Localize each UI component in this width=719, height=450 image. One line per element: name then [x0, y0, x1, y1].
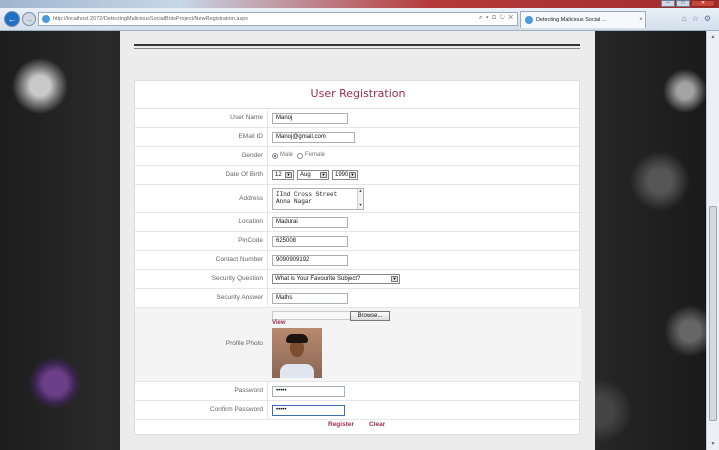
pincode-input[interactable]: 625008 — [272, 236, 348, 247]
header-rule — [134, 44, 580, 46]
window-titlebar: – □ ✕ — [0, 0, 719, 8]
row-dob: Date Of Birth 12 ▼ Aug ▼ 1990 ▼ — [135, 166, 581, 185]
gender-female-label[interactable]: Female — [305, 152, 325, 158]
row-location: Location Madurai — [135, 213, 581, 232]
contact-input[interactable]: 9090909192 — [272, 255, 348, 266]
scroll-thumb[interactable] — [709, 206, 717, 421]
location-input[interactable]: Madurai — [272, 217, 348, 228]
location-label: Location — [238, 218, 263, 225]
favorites-icon[interactable]: ☆ — [692, 14, 699, 23]
gear-icon[interactable]: ⚙ — [704, 14, 711, 23]
site-favicon-icon — [42, 15, 50, 23]
maximize-button[interactable]: □ — [676, 0, 690, 7]
username-input[interactable]: Manoj — [272, 113, 348, 124]
password-label: Password — [234, 387, 263, 394]
row-password: Password ••••• — [135, 382, 581, 401]
chevron-down-icon: ▼ — [391, 276, 398, 282]
address-line1: IInd Cross Street — [276, 191, 338, 198]
chevron-down-icon: ▼ — [285, 172, 292, 178]
browser-tab[interactable]: Detecting Malicious Social ... × — [520, 11, 646, 28]
dob-year-value: 1990 — [335, 172, 349, 178]
dob-year-select[interactable]: 1990 ▼ — [332, 170, 358, 180]
gender-male-label[interactable]: Male — [280, 152, 293, 158]
registration-form: User Registration User Name Manoj EMail … — [134, 80, 581, 435]
browser-toolbar: ⌂ ☆ ⚙ — [682, 14, 711, 23]
header-rule-thin — [134, 48, 580, 49]
gender-male-radio[interactable] — [272, 153, 278, 159]
security-question-value: What is Your Favourite Subject? — [275, 276, 361, 282]
address-line2: Anna Nagar — [276, 198, 313, 205]
scroll-up-icon[interactable]: ▲ — [709, 33, 717, 41]
chevron-down-icon: ▼ — [320, 172, 327, 178]
clear-button[interactable]: Clear — [369, 421, 385, 428]
tab-title: Detecting Malicious Social ... — [536, 17, 607, 23]
address-textarea[interactable]: IInd Cross Street Anna Nagar ▲ ▼ — [272, 188, 364, 210]
home-icon[interactable]: ⌂ — [682, 14, 687, 23]
gender-label: Gender — [241, 152, 263, 159]
password-input[interactable]: ••••• — [272, 386, 345, 397]
profile-photo-label: Profile Photo — [225, 340, 263, 347]
security-answer-label: Security Answer — [216, 294, 263, 301]
dob-month-select[interactable]: Aug ▼ — [297, 170, 329, 180]
dob-label: Date Of Birth — [225, 171, 263, 178]
email-input[interactable]: Manoj@gmail.com — [272, 132, 355, 143]
address-tools[interactable]: ⌕ ▾ ⊡ ↻ ✕ — [479, 15, 514, 22]
dob-day-select[interactable]: 12 ▼ — [272, 170, 294, 180]
register-button[interactable]: Register — [328, 421, 354, 428]
scroll-down-icon[interactable]: ▼ — [709, 440, 717, 448]
row-contact: Contact Number 9090909192 — [135, 251, 581, 270]
forward-button[interactable]: → — [22, 12, 36, 26]
row-address: Address IInd Cross Street Anna Nagar ▲ ▼ — [135, 185, 581, 213]
security-answer-input[interactable]: Maths — [272, 293, 348, 304]
row-gender: Gender Male Female — [135, 147, 581, 166]
textarea-scrollbar[interactable]: ▲ ▼ — [357, 189, 363, 209]
profile-photo-image — [272, 328, 322, 378]
row-profile-photo: Profile Photo Browse... View — [135, 308, 581, 382]
page-scrollbar[interactable]: ▲ ▼ — [706, 31, 719, 450]
address-label: Address — [239, 195, 263, 202]
username-label: User Name — [230, 114, 263, 121]
dob-month-value: Aug — [300, 172, 311, 178]
window-controls: – □ ✕ — [661, 0, 715, 7]
url-text[interactable]: http://localhost:2072/DetectingMalicious… — [53, 16, 248, 22]
row-security-answer: Security Answer Maths — [135, 289, 581, 308]
browser-navbar: ← → http://localhost:2072/DetectingMalic… — [0, 8, 719, 31]
browse-button[interactable]: Browse... — [350, 311, 390, 321]
row-email: EMail ID Manoj@gmail.com — [135, 128, 581, 147]
security-question-label: Security Question — [211, 275, 263, 282]
page-container: User Registration User Name Manoj EMail … — [120, 31, 595, 450]
close-window-button[interactable]: ✕ — [691, 0, 715, 7]
gender-female-radio[interactable] — [297, 153, 303, 159]
back-button[interactable]: ← — [4, 11, 20, 27]
photo-hair — [286, 334, 308, 343]
email-label: EMail ID — [238, 133, 263, 140]
row-username: User Name Manoj — [135, 109, 581, 128]
confirm-password-input[interactable]: ••••• — [272, 405, 345, 416]
chevron-down-icon: ▼ — [349, 172, 356, 178]
contact-label: Contact Number — [215, 256, 263, 263]
tab-close-button[interactable]: × — [637, 17, 645, 23]
row-security-question: Security Question What is Your Favourite… — [135, 270, 581, 289]
minimize-button[interactable]: – — [661, 0, 675, 7]
address-bar[interactable]: http://localhost:2072/DetectingMalicious… — [38, 12, 518, 26]
page-viewport: User Registration User Name Manoj EMail … — [0, 31, 706, 450]
tab-favicon-icon — [525, 16, 533, 24]
confirm-password-label: Confirm Password — [209, 406, 263, 413]
dob-day-value: 12 — [275, 172, 282, 178]
form-title: User Registration — [310, 87, 406, 100]
photo-shirt — [280, 364, 314, 378]
view-photo-link[interactable]: View — [272, 320, 286, 326]
pincode-label: PinCode — [238, 237, 263, 244]
row-pincode: PinCode 625008 — [135, 232, 581, 251]
row-confirm-password: Confirm Password ••••• — [135, 401, 581, 420]
security-question-select[interactable]: What is Your Favourite Subject? ▼ — [272, 274, 400, 284]
